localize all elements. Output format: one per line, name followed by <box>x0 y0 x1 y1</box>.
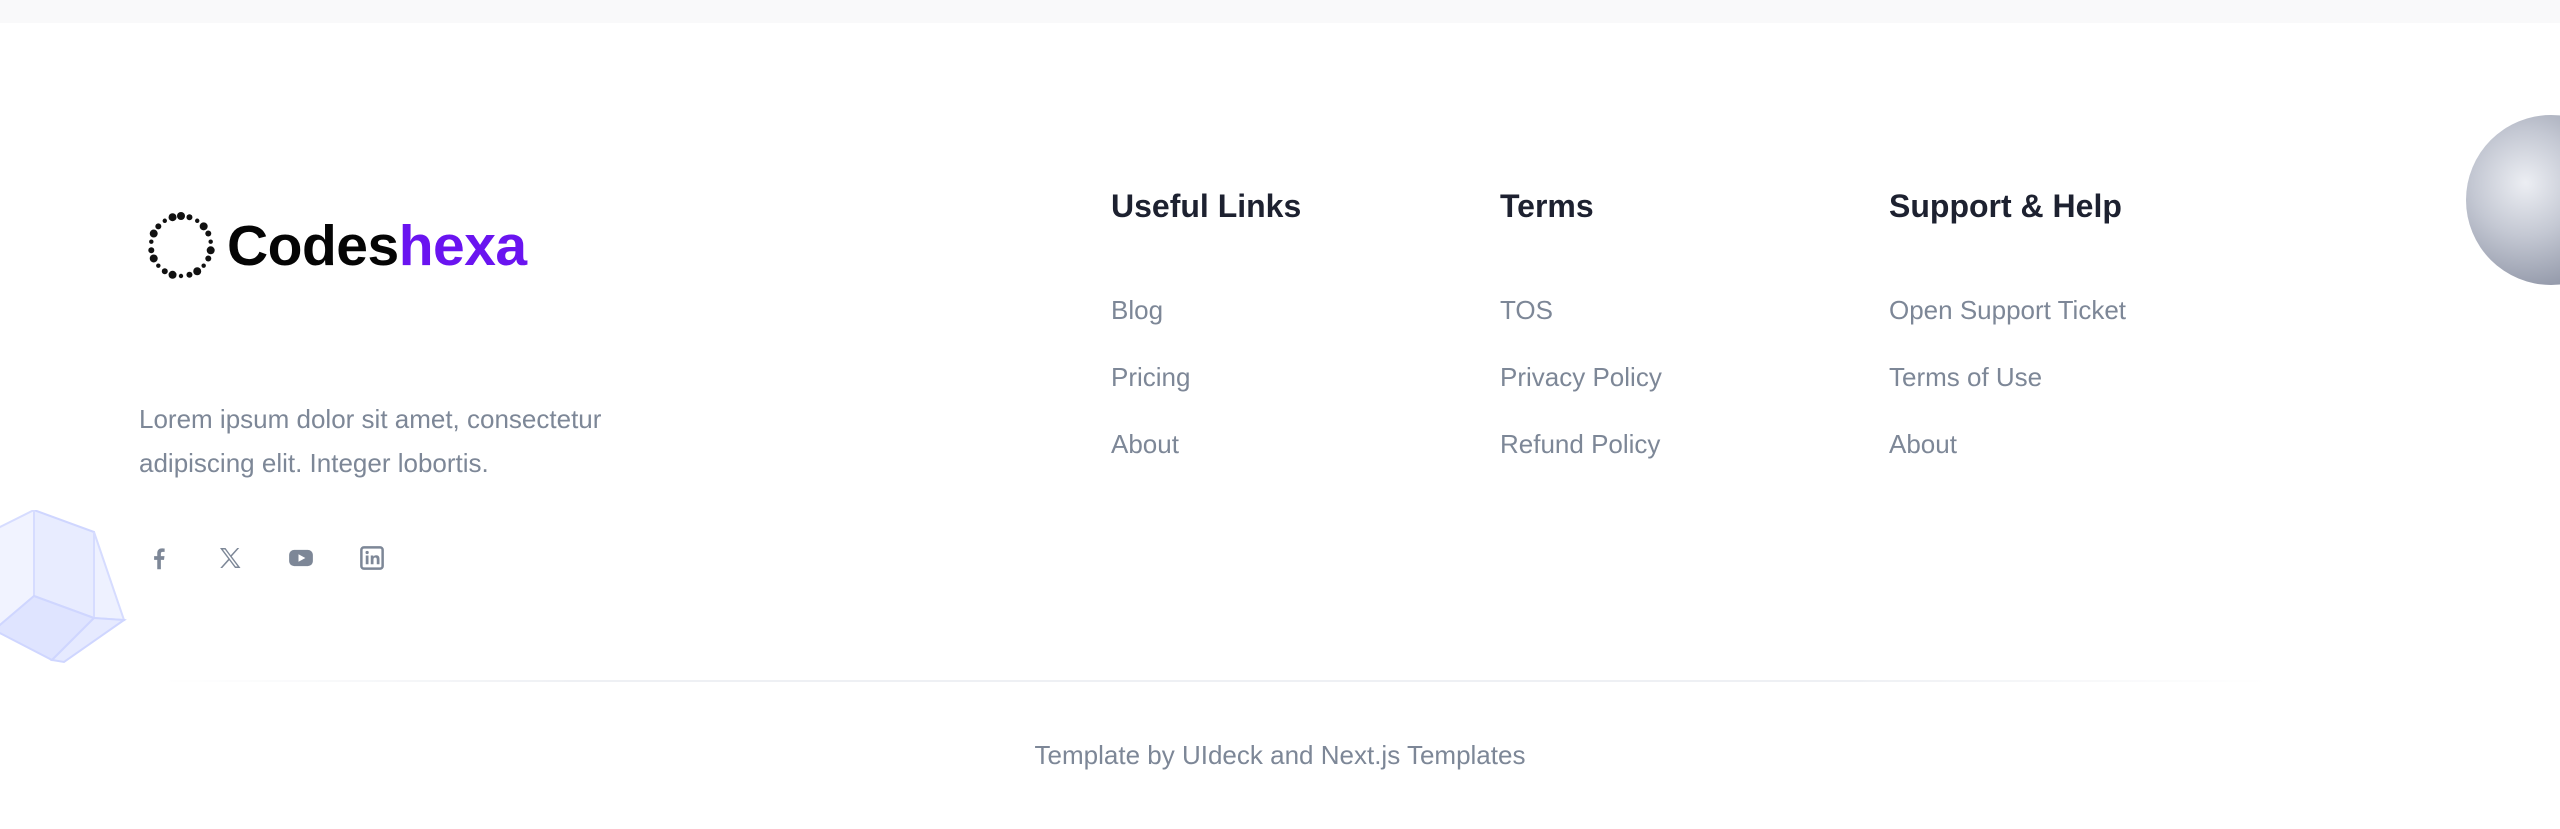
logo-dot <box>148 247 155 254</box>
footer-link-pricing[interactable]: Pricing <box>1111 362 1301 392</box>
footer-divider <box>160 680 2270 682</box>
logo-dot <box>149 229 158 238</box>
brand-logo[interactable]: Codeshexa <box>143 208 527 284</box>
decorative-cube-icon <box>0 510 127 664</box>
brand-name-part1: Codes <box>227 214 399 278</box>
logo-dot <box>168 213 177 222</box>
column-title: Useful Links <box>1111 188 1302 224</box>
credit-prefix: Template by <box>1034 740 1175 770</box>
youtube-link[interactable] <box>285 542 317 574</box>
link-list: Blog Pricing About <box>1111 295 1301 459</box>
footer-link-open-support-ticket[interactable]: Open Support Ticket <box>1889 295 2126 325</box>
linkedin-icon <box>360 546 384 570</box>
footer-column-terms: Terms TOS Privacy Policy Refund Policy <box>1500 188 1662 496</box>
x-icon <box>220 548 241 568</box>
x-link[interactable] <box>214 542 246 574</box>
logo-dot <box>195 218 200 223</box>
brand-name-part2: hexa <box>398 214 527 278</box>
column-title: Support & Help <box>1889 188 2122 224</box>
logo-dot <box>205 255 212 262</box>
logo-dot <box>193 267 202 276</box>
credit-link-uideck[interactable]: UIdeck <box>1182 740 1263 770</box>
logo-dot <box>178 273 184 279</box>
footer-column-support-help: Support & Help Open Support Ticket Terms… <box>1889 188 2126 496</box>
footer-link-tos[interactable]: TOS <box>1500 295 1662 325</box>
logo-dot <box>201 263 206 268</box>
footer-link-terms-of-use[interactable]: Terms of Use <box>1889 362 2126 392</box>
logo-dot <box>162 218 167 223</box>
footer-column-useful-links: Useful Links Blog Pricing About <box>1111 188 1301 496</box>
credit-middle: and <box>1270 740 1314 770</box>
logo-dot <box>155 223 162 230</box>
link-list: Open Support Ticket Terms of Use About <box>1889 295 2126 459</box>
footer-link-about[interactable]: About <box>1111 429 1301 459</box>
logo-dot <box>199 222 208 231</box>
dotted-ring-logo-icon <box>148 212 215 279</box>
logo-dot <box>177 212 185 220</box>
top-strip <box>0 0 2560 23</box>
link-list: TOS Privacy Policy Refund Policy <box>1500 295 1662 459</box>
logo-dot <box>206 246 215 255</box>
logo-dot <box>149 239 154 244</box>
logo-dot <box>149 254 158 263</box>
brand-name: Codeshexa <box>227 208 527 284</box>
credit-link-nextjs-templates[interactable]: Next.js Templates <box>1321 740 1526 770</box>
logo-dot <box>186 271 193 278</box>
facebook-icon <box>154 548 165 570</box>
footer-link-blog[interactable]: Blog <box>1111 295 1301 325</box>
footer-link-privacy-policy[interactable]: Privacy Policy <box>1500 362 1662 392</box>
linkedin-link[interactable] <box>356 542 388 574</box>
logo-dot <box>186 214 193 221</box>
footer-link-about-support[interactable]: About <box>1889 429 2126 459</box>
footer-credit: Template by UIdeck and Next.js Templates <box>0 740 2560 770</box>
logo-dot <box>161 268 168 275</box>
column-title: Terms <box>1500 188 1594 224</box>
logo-dot <box>168 270 177 279</box>
logo-dot <box>156 263 161 268</box>
facebook-link[interactable] <box>143 542 175 574</box>
footer-description: Lorem ipsum dolor sit amet, consectetur … <box>139 404 602 478</box>
social-links <box>143 542 427 574</box>
footer-link-refund-policy[interactable]: Refund Policy <box>1500 429 1662 459</box>
logo-dot <box>205 230 212 237</box>
decorative-sphere-icon <box>2466 115 2560 285</box>
youtube-icon <box>289 549 313 567</box>
logo-dot <box>208 239 213 244</box>
